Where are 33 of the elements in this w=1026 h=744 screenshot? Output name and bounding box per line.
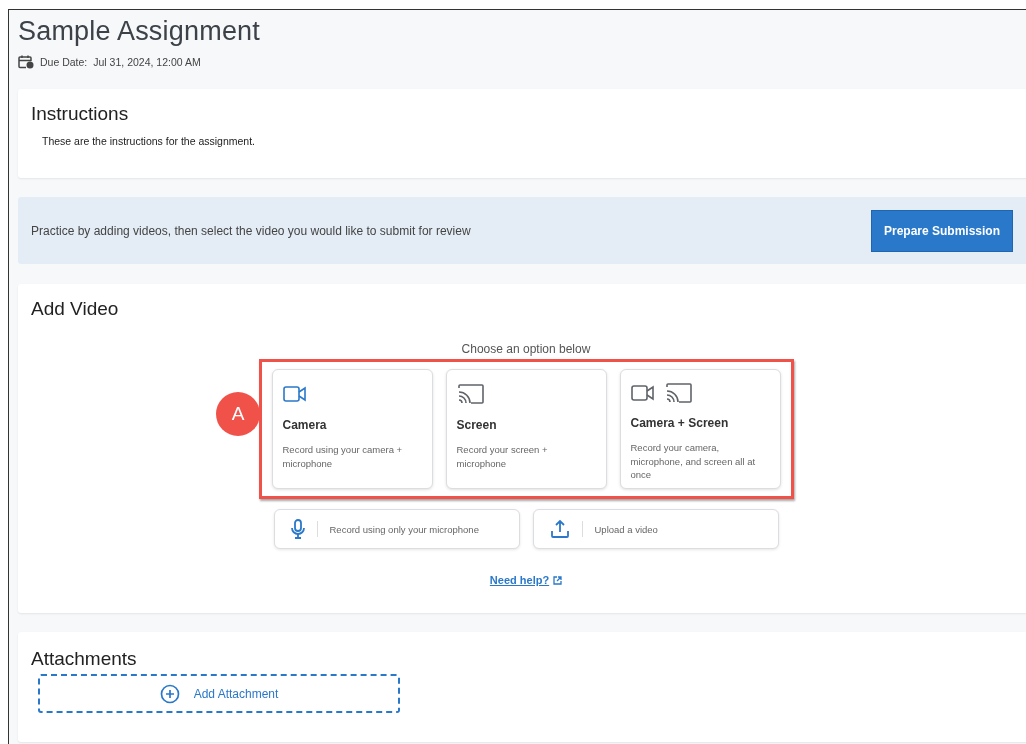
option-description: Record using your camera + microphone	[282, 443, 404, 470]
add-attachment-button[interactable]: Add Attachment	[38, 674, 400, 713]
option-description: Record your screen + microphone	[456, 443, 549, 470]
video-camera-icon	[630, 384, 657, 402]
cast-icon	[456, 383, 485, 405]
prepare-submission-button[interactable]: Prepare Submission	[870, 209, 1013, 252]
instructions-text: These are the instructions for the assignment.	[42, 135, 257, 147]
options-prompt: Choose an option below	[461, 342, 591, 356]
calendar-clock-icon	[18, 55, 34, 69]
section-heading: Instructions	[31, 103, 130, 125]
due-date-value: Jul 31, 2024, 12:00 AM	[93, 56, 201, 68]
banner-text: Practice by adding videos, then select the video you would like to submit for review	[31, 223, 471, 238]
video-camera-icon	[282, 385, 309, 403]
video-option-card[interactable]: Camera + Screen Record your camera, microphone, and screen all at once	[619, 369, 781, 489]
video-option-card[interactable]: Screen Record your screen + microphone	[445, 369, 607, 489]
help-link[interactable]: Need help?	[489, 574, 550, 586]
external-link-icon	[553, 575, 563, 585]
microphone-icon	[290, 519, 305, 539]
option-title: Screen	[456, 418, 498, 432]
section-heading: Add Video	[31, 298, 120, 320]
option-title: Camera	[282, 418, 328, 432]
cast-icon	[664, 382, 693, 404]
upload-icon	[549, 519, 570, 539]
annotation-badge: A	[216, 392, 260, 436]
section-heading: Attachments	[31, 648, 138, 670]
plus-circle-icon	[159, 683, 180, 704]
option-description: Record your camera, microphone, and screen all at once	[630, 441, 757, 482]
video-option-card[interactable]: Camera Record using your camera + microphone	[271, 369, 433, 489]
option-title: Camera + Screen	[630, 416, 730, 430]
page-title: Sample Assignment	[18, 16, 262, 47]
due-date-label: Due Date:	[40, 56, 88, 68]
record-option-button[interactable]: Upload a video	[532, 509, 779, 549]
record-option-button[interactable]: Record using only your microphone	[273, 509, 520, 549]
